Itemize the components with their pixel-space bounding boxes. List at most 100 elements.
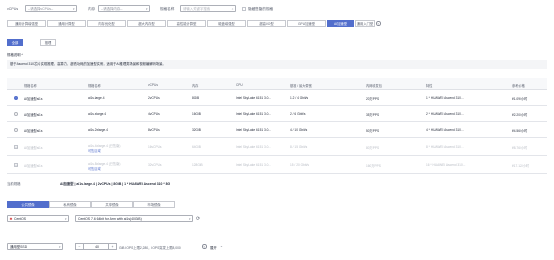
table-row[interactable]: AI加速型ai1s ai1s.xlarge.4 4vCPUs 16GiB Intel S… bbox=[7, 106, 547, 122]
cell-cpu: Intel SkyLake 6151 3.0... bbox=[236, 145, 272, 150]
table-row: — AI加速型ai1s ai1s.8xlarge.4 (已售罄) 32vCPUs 128… bbox=[7, 156, 547, 174]
row-radio[interactable] bbox=[14, 96, 18, 100]
os-select[interactable]: ✱ CentOS ▾ bbox=[7, 215, 69, 222]
cell-mem: 8GiB bbox=[192, 96, 200, 101]
spec-notice-text: 基于Ascend 310芯片实现推理、高算力、超低功耗的加速型实例，适用于AI推… bbox=[10, 62, 166, 66]
disk-size-value[interactable]: 40 bbox=[84, 244, 110, 250]
chevron-down-icon: ▾ bbox=[58, 245, 61, 249]
col-header-cpu: CPU bbox=[236, 83, 243, 87]
col-header-spec: 规格名称 bbox=[88, 84, 101, 88]
tab-category[interactable]: 高性能计算型 bbox=[167, 20, 206, 27]
cell-pps: 35万PPS bbox=[366, 113, 380, 118]
cell-price: ¥1.09/小时 bbox=[512, 97, 528, 102]
tab-category[interactable]: 通用入门型 bbox=[355, 20, 375, 27]
memory-label: 内存 bbox=[88, 7, 96, 11]
col-header-feature: 特性 bbox=[426, 84, 433, 88]
spec-label: 规格名称 bbox=[160, 7, 175, 11]
search-icon: ⌕ bbox=[231, 7, 234, 11]
cell-cpu: Intel SkyLake 6151 3.0... bbox=[236, 96, 272, 101]
chevron-down-icon: ▾ bbox=[64, 217, 67, 221]
cell-spec: ai1s.large.4 bbox=[88, 96, 105, 101]
tab-category[interactable]: 内存优化型 bbox=[87, 20, 126, 27]
cell-feature: 1 * HUAWEI Ascend 310... bbox=[426, 96, 464, 101]
disk-size-stepper[interactable]: − 40 + bbox=[75, 243, 117, 250]
cell-name: AI加速型ai1s bbox=[24, 113, 43, 118]
cell-vcpu: 2vCPUs bbox=[148, 96, 160, 101]
tab-category[interactable]: AI加速型 bbox=[327, 20, 354, 27]
spec-search-placeholder: 请输入关键字搜索 bbox=[183, 7, 211, 11]
col-header-name: 规格名称 bbox=[24, 84, 37, 88]
image-tab[interactable]: 公共镜像 bbox=[7, 201, 49, 208]
sale-region-link[interactable]: 可售区域 bbox=[88, 148, 101, 153]
disk-expand-link[interactable]: 展开 bbox=[210, 245, 217, 250]
image-tab[interactable]: 市场镜像 bbox=[133, 201, 175, 208]
tab-category[interactable]: 超高I/O型 bbox=[247, 20, 286, 27]
arch-option-all[interactable]: 全部 bbox=[7, 39, 23, 46]
spec-notice: 基于Ascend 310芯片实现推理、高算力、超低功耗的加速型实例，适用于AI推… bbox=[7, 60, 547, 69]
hide-soldout-checkbox[interactable] bbox=[242, 6, 246, 11]
col-header-bandwidth: 基准 / 最大带宽 bbox=[290, 84, 312, 88]
chevron-down-icon: ⌄ bbox=[220, 244, 223, 248]
sale-region-link[interactable]: 可售区域 bbox=[88, 166, 101, 171]
tab-category[interactable]: GPU加速型 bbox=[287, 20, 326, 27]
vcpu-select-value: --请选择vCPUs-- bbox=[28, 7, 54, 11]
current-spec-label: 当前规格 bbox=[7, 182, 21, 186]
cell-pps: 50万PPS bbox=[366, 129, 380, 134]
disk-type-select[interactable]: 通用型SSD ▾ bbox=[7, 243, 63, 250]
cell-cpu: Intel SkyLake 6151 3.0... bbox=[236, 112, 272, 117]
cell-cpu: Intel SkyLake 6151 3.0... bbox=[236, 128, 272, 133]
help-icon[interactable]: ? bbox=[202, 244, 207, 249]
cell-name: AI加速型ai1s bbox=[24, 164, 43, 169]
row-radio[interactable] bbox=[14, 128, 18, 132]
table-row[interactable]: AI加速型ai1s ai1s.large.4 2vCPUs 8GiB Intel Sky… bbox=[7, 90, 547, 106]
col-header-price: 参考价格 bbox=[512, 84, 525, 88]
os-version-value: CentOS 7.6 64bit for Arm with ai1s(40GiB… bbox=[78, 217, 142, 221]
cell-price: ¥8.76/小时 bbox=[512, 146, 528, 151]
cell-mem: 64GiB bbox=[192, 145, 201, 150]
refresh-icon[interactable]: ⟳ bbox=[196, 216, 200, 222]
memory-select-value: --请选择内存-- bbox=[101, 7, 123, 11]
tab-category[interactable]: 磁盘增强型 bbox=[207, 20, 246, 27]
row-radio[interactable] bbox=[14, 112, 18, 116]
tab-category[interactable]: 超大内存型 bbox=[127, 20, 166, 27]
minus-icon[interactable]: − bbox=[76, 244, 84, 250]
cell-mem: 32GiB bbox=[192, 128, 201, 133]
cell-spec: ai1s.2xlarge.4 bbox=[88, 128, 108, 133]
os-version-select[interactable]: CentOS 7.6 64bit for Arm with ai1s(40GiB… bbox=[75, 215, 193, 222]
image-tab[interactable]: 共享镜像 bbox=[91, 201, 133, 208]
cell-name: AI加速型ai1s bbox=[24, 129, 43, 134]
cell-name: AI加速型ai1s bbox=[24, 97, 43, 102]
cell-vcpu: 32vCPUs bbox=[148, 163, 162, 168]
row-checkbox-disabled: — bbox=[14, 163, 18, 167]
memory-select[interactable]: --请选择内存-- ▾ bbox=[98, 5, 150, 12]
cell-price: ¥4.56/小时 bbox=[512, 129, 528, 134]
cell-pps: 20万PPS bbox=[366, 97, 380, 102]
col-header-memory: 内存 bbox=[192, 84, 199, 88]
cell-mem: 128GiB bbox=[192, 163, 203, 168]
image-tab[interactable]: 私有镜像 bbox=[49, 201, 91, 208]
cell-bw: 2 / 6 Gbit/s bbox=[290, 112, 306, 117]
cell-bw: 8 / 15 Gbit/s bbox=[290, 145, 308, 150]
vcpu-select[interactable]: --请选择vCPUs-- ▾ bbox=[25, 5, 77, 12]
table-row: — AI加速型ai1s ai1s.4xlarge.4 (已售罄) 16vCPUs 64G… bbox=[7, 138, 547, 156]
cell-price: ¥17.12/小时 bbox=[512, 164, 530, 169]
row-checkbox-disabled: — bbox=[14, 145, 18, 149]
plus-icon[interactable]: + bbox=[108, 244, 116, 250]
chevron-down-icon: ▾ bbox=[145, 7, 148, 11]
cell-mem: 16GiB bbox=[192, 112, 201, 117]
vcpu-label: vCPUs bbox=[7, 7, 19, 11]
tab-category[interactable]: 通用计算增强型 bbox=[7, 20, 46, 27]
spec-notice-toggle[interactable]: 规格说明 ^ bbox=[7, 52, 23, 57]
arch-option-inference[interactable]: 推理 bbox=[40, 39, 56, 46]
spec-search-input[interactable]: 请输入关键字搜索 ⌕ bbox=[180, 5, 236, 12]
cell-vcpu: 16vCPUs bbox=[148, 145, 162, 150]
cell-feature: 4 * HUAWEI Ascend 310... bbox=[426, 128, 464, 133]
tab-category[interactable]: 通用计算型 bbox=[47, 20, 86, 27]
cell-feature: 16 * HUAWEI Ascend 310... bbox=[426, 163, 466, 168]
cell-vcpu: 8vCPUs bbox=[148, 128, 160, 133]
cell-pps: 160万PPS bbox=[366, 164, 381, 169]
help-icon[interactable]: ? bbox=[376, 21, 381, 26]
hide-soldout-label: 隐藏售罄的规格 bbox=[248, 7, 274, 11]
table-row[interactable]: AI加速型ai1s ai1s.2xlarge.4 8vCPUs 32GiB Intel … bbox=[7, 122, 547, 138]
cell-pps: 80万PPS bbox=[366, 146, 380, 151]
